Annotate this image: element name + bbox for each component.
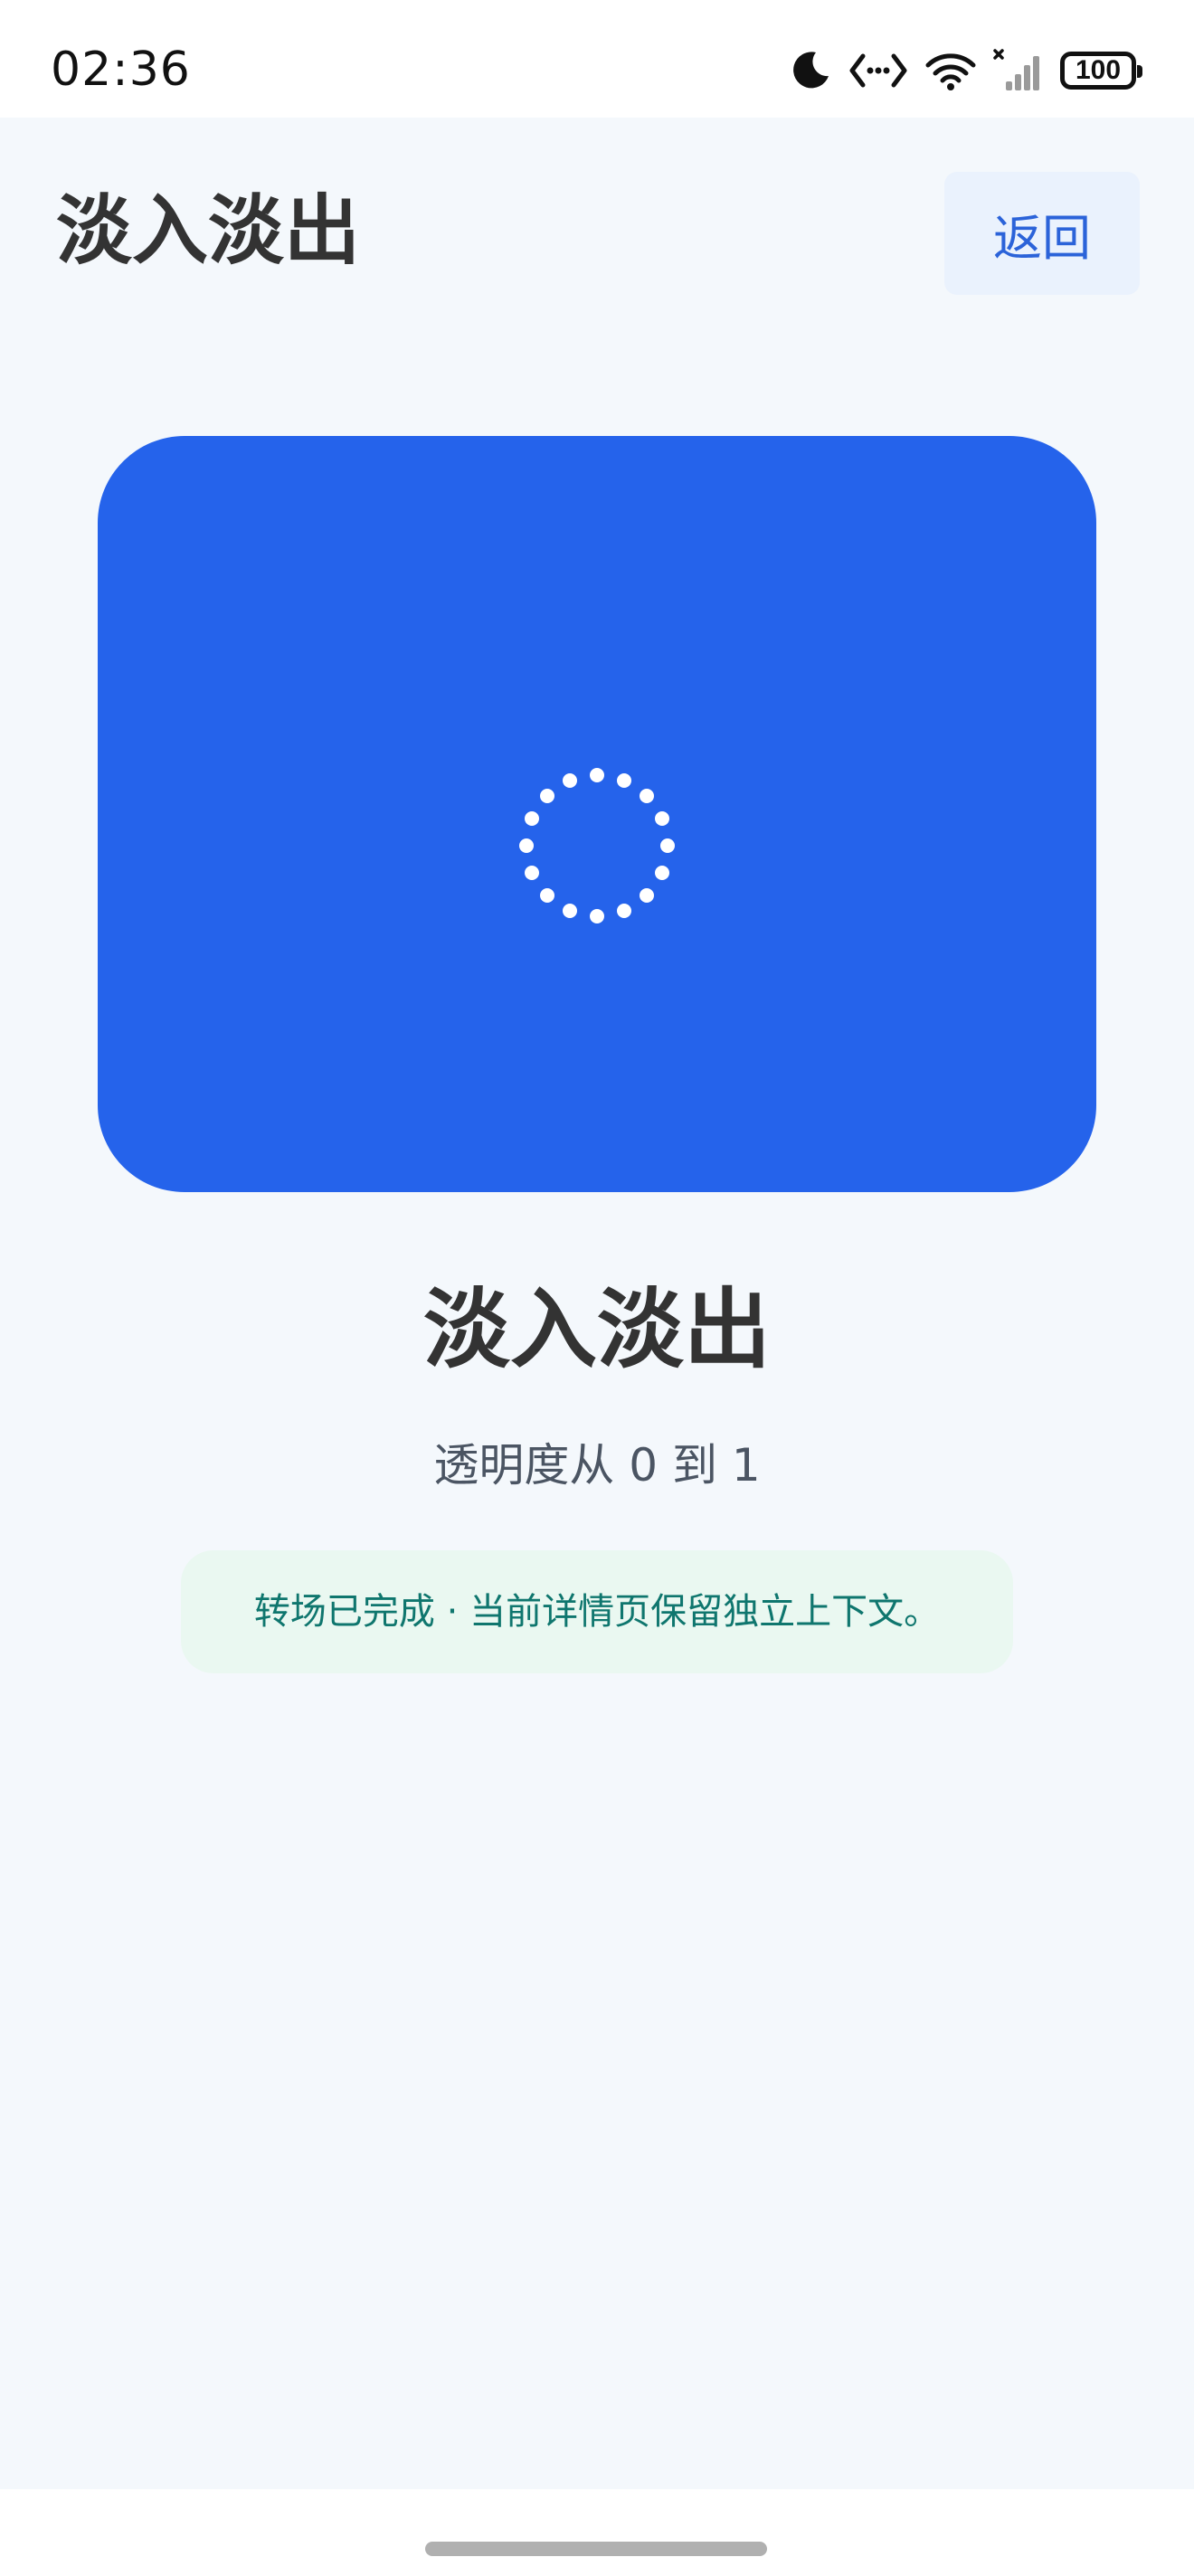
status-time: 02:36 xyxy=(51,43,191,97)
cellular-signal-icon xyxy=(993,49,1044,92)
detail-title: 淡入淡出 xyxy=(423,1279,771,1380)
spinner-dot xyxy=(590,768,604,782)
home-indicator[interactable] xyxy=(425,2542,767,2556)
battery-icon: 100 xyxy=(1060,52,1142,90)
navigation-bar xyxy=(0,2489,1194,2576)
spinner-dot xyxy=(524,811,539,827)
spinner-dot xyxy=(660,838,675,853)
spinner-dot xyxy=(616,772,631,788)
spinner-dot xyxy=(539,888,554,904)
spinner-dot xyxy=(563,772,578,788)
spinner-dot xyxy=(563,904,578,919)
back-button[interactable]: 返回 xyxy=(944,172,1140,295)
spinner-dot xyxy=(640,888,655,904)
spinner-dot xyxy=(655,811,670,827)
wifi-icon xyxy=(924,51,977,90)
battery-level: 100 xyxy=(1075,55,1122,85)
spinner-dot xyxy=(640,788,655,803)
spinner-dot xyxy=(524,865,539,880)
status-bar: 02:36 100 xyxy=(0,0,1194,118)
hero-card xyxy=(98,436,1096,1192)
status-message-banner: 转场已完成 · 当前详情页保留独立上下文。 xyxy=(181,1550,1013,1673)
moon-icon xyxy=(789,49,832,92)
spinner-dot xyxy=(590,909,604,923)
spinner-dot xyxy=(539,788,554,803)
data-transfer-icon xyxy=(848,51,908,90)
spinner-dot xyxy=(519,838,534,853)
spinner-dot xyxy=(616,904,631,919)
detail-subtitle: 透明度从 0 到 1 xyxy=(433,1439,761,1492)
spinner-dot xyxy=(655,865,670,880)
page-title: 淡入淡出 xyxy=(56,186,361,275)
status-icons: 100 xyxy=(789,43,1143,98)
